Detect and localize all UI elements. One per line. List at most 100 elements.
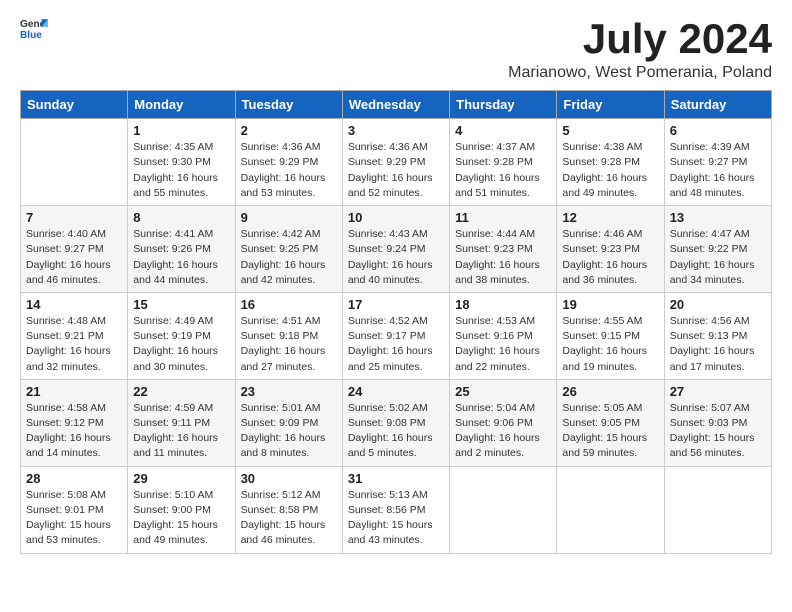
day-info: Sunrise: 4:37 AM Sunset: 9:28 PM Dayligh…	[455, 140, 551, 201]
day-number: 21	[26, 384, 122, 399]
day-info: Sunrise: 4:46 AM Sunset: 9:23 PM Dayligh…	[562, 227, 658, 288]
day-number: 1	[133, 123, 229, 138]
calendar-week-row: 28 Sunrise: 5:08 AM Sunset: 9:01 PM Dayli…	[21, 466, 772, 553]
calendar-cell: 20 Sunrise: 4:56 AM Sunset: 9:13 PM Dayli…	[664, 292, 771, 379]
day-number: 30	[241, 471, 337, 486]
calendar-cell: 1Sunrise: 4:35 AM Sunset: 9:30 PM Daylig…	[128, 119, 235, 206]
day-number: 12	[562, 210, 658, 225]
calendar-cell	[450, 466, 557, 553]
day-number: 24	[348, 384, 444, 399]
calendar-cell: 29 Sunrise: 5:10 AM Sunset: 9:00 PM Dayli…	[128, 466, 235, 553]
day-info: Sunrise: 5:08 AM Sunset: 9:01 PM Dayligh…	[26, 488, 122, 549]
calendar-cell: 27Sunrise: 5:07 AM Sunset: 9:03 PM Dayli…	[664, 379, 771, 466]
calendar-cell: 13 Sunrise: 4:47 AM Sunset: 9:22 PM Dayli…	[664, 206, 771, 293]
day-number: 16	[241, 297, 337, 312]
day-info: Sunrise: 4:58 AM Sunset: 9:12 PM Dayligh…	[26, 401, 122, 462]
day-number: 22	[133, 384, 229, 399]
day-info: Sunrise: 5:05 AM Sunset: 9:05 PM Dayligh…	[562, 401, 658, 462]
day-info: Sunrise: 5:02 AM Sunset: 9:08 PM Dayligh…	[348, 401, 444, 462]
calendar-cell: 12 Sunrise: 4:46 AM Sunset: 9:23 PM Dayli…	[557, 206, 664, 293]
day-number: 8	[133, 210, 229, 225]
day-number: 31	[348, 471, 444, 486]
calendar-cell: 24 Sunrise: 5:02 AM Sunset: 9:08 PM Dayli…	[342, 379, 449, 466]
column-header-friday: Friday	[557, 91, 664, 119]
column-header-monday: Monday	[128, 91, 235, 119]
calendar-cell: 25Sunrise: 5:04 AM Sunset: 9:06 PM Dayli…	[450, 379, 557, 466]
calendar-week-row: 1Sunrise: 4:35 AM Sunset: 9:30 PM Daylig…	[21, 119, 772, 206]
day-number: 6	[670, 123, 766, 138]
calendar-cell: 6 Sunrise: 4:39 AM Sunset: 9:27 PM Daylig…	[664, 119, 771, 206]
day-info: Sunrise: 5:04 AM Sunset: 9:06 PM Dayligh…	[455, 401, 551, 462]
calendar-week-row: 21 Sunrise: 4:58 AM Sunset: 9:12 PM Dayli…	[21, 379, 772, 466]
day-info: Sunrise: 4:48 AM Sunset: 9:21 PM Dayligh…	[26, 314, 122, 375]
day-number: 17	[348, 297, 444, 312]
logo-icon: General Blue	[20, 16, 48, 44]
day-number: 20	[670, 297, 766, 312]
column-header-sunday: Sunday	[21, 91, 128, 119]
day-info: Sunrise: 4:44 AM Sunset: 9:23 PM Dayligh…	[455, 227, 551, 288]
calendar-cell: 26 Sunrise: 5:05 AM Sunset: 9:05 PM Dayli…	[557, 379, 664, 466]
day-number: 14	[26, 297, 122, 312]
day-number: 2	[241, 123, 337, 138]
calendar-header-row: SundayMondayTuesdayWednesdayThursdayFrid…	[21, 91, 772, 119]
calendar-cell: 31 Sunrise: 5:13 AM Sunset: 8:56 PM Dayli…	[342, 466, 449, 553]
day-number: 29	[133, 471, 229, 486]
calendar-cell: 9 Sunrise: 4:42 AM Sunset: 9:25 PM Daylig…	[235, 206, 342, 293]
calendar-table: SundayMondayTuesdayWednesdayThursdayFrid…	[20, 90, 772, 553]
day-number: 18	[455, 297, 551, 312]
day-number: 3	[348, 123, 444, 138]
day-number: 15	[133, 297, 229, 312]
day-number: 13	[670, 210, 766, 225]
calendar-cell: 16 Sunrise: 4:51 AM Sunset: 9:18 PM Dayli…	[235, 292, 342, 379]
calendar-cell: 23Sunrise: 5:01 AM Sunset: 9:09 PM Dayli…	[235, 379, 342, 466]
calendar-cell	[21, 119, 128, 206]
day-number: 11	[455, 210, 551, 225]
column-header-tuesday: Tuesday	[235, 91, 342, 119]
column-header-wednesday: Wednesday	[342, 91, 449, 119]
day-info: Sunrise: 4:36 AM Sunset: 9:29 PM Dayligh…	[348, 140, 444, 201]
day-info: Sunrise: 4:53 AM Sunset: 9:16 PM Dayligh…	[455, 314, 551, 375]
calendar-cell: 19Sunrise: 4:55 AM Sunset: 9:15 PM Dayli…	[557, 292, 664, 379]
calendar-cell: 3 Sunrise: 4:36 AM Sunset: 9:29 PM Daylig…	[342, 119, 449, 206]
calendar-cell: 10Sunrise: 4:43 AM Sunset: 9:24 PM Dayli…	[342, 206, 449, 293]
day-info: Sunrise: 4:56 AM Sunset: 9:13 PM Dayligh…	[670, 314, 766, 375]
calendar-cell: 4 Sunrise: 4:37 AM Sunset: 9:28 PM Daylig…	[450, 119, 557, 206]
calendar-cell	[664, 466, 771, 553]
day-info: Sunrise: 4:42 AM Sunset: 9:25 PM Dayligh…	[241, 227, 337, 288]
calendar-cell: 22 Sunrise: 4:59 AM Sunset: 9:11 PM Dayli…	[128, 379, 235, 466]
calendar-cell: 11 Sunrise: 4:44 AM Sunset: 9:23 PM Dayli…	[450, 206, 557, 293]
page-header: General Blue July 2024 Marianowo, West P…	[20, 16, 772, 82]
calendar-cell: 21 Sunrise: 4:58 AM Sunset: 9:12 PM Dayli…	[21, 379, 128, 466]
calendar-week-row: 14 Sunrise: 4:48 AM Sunset: 9:21 PM Dayli…	[21, 292, 772, 379]
calendar-cell: 30 Sunrise: 5:12 AM Sunset: 8:58 PM Dayli…	[235, 466, 342, 553]
day-info: Sunrise: 4:52 AM Sunset: 9:17 PM Dayligh…	[348, 314, 444, 375]
calendar-cell: 15Sunrise: 4:49 AM Sunset: 9:19 PM Dayli…	[128, 292, 235, 379]
day-info: Sunrise: 5:13 AM Sunset: 8:56 PM Dayligh…	[348, 488, 444, 549]
column-header-saturday: Saturday	[664, 91, 771, 119]
day-number: 4	[455, 123, 551, 138]
calendar-cell	[557, 466, 664, 553]
calendar-cell: 28 Sunrise: 5:08 AM Sunset: 9:01 PM Dayli…	[21, 466, 128, 553]
location-subtitle: Marianowo, West Pomerania, Poland	[508, 64, 772, 82]
svg-text:Blue: Blue	[20, 30, 42, 41]
calendar-cell: 8 Sunrise: 4:41 AM Sunset: 9:26 PM Daylig…	[128, 206, 235, 293]
day-info: Sunrise: 5:10 AM Sunset: 9:00 PM Dayligh…	[133, 488, 229, 549]
calendar-cell: 2Sunrise: 4:36 AM Sunset: 9:29 PM Daylig…	[235, 119, 342, 206]
day-info: Sunrise: 4:51 AM Sunset: 9:18 PM Dayligh…	[241, 314, 337, 375]
day-number: 9	[241, 210, 337, 225]
day-info: Sunrise: 4:39 AM Sunset: 9:27 PM Dayligh…	[670, 140, 766, 201]
day-info: Sunrise: 5:01 AM Sunset: 9:09 PM Dayligh…	[241, 401, 337, 462]
day-number: 7	[26, 210, 122, 225]
day-number: 26	[562, 384, 658, 399]
day-info: Sunrise: 4:47 AM Sunset: 9:22 PM Dayligh…	[670, 227, 766, 288]
day-number: 28	[26, 471, 122, 486]
day-info: Sunrise: 5:07 AM Sunset: 9:03 PM Dayligh…	[670, 401, 766, 462]
month-title: July 2024	[508, 16, 772, 62]
day-info: Sunrise: 4:41 AM Sunset: 9:26 PM Dayligh…	[133, 227, 229, 288]
day-info: Sunrise: 4:59 AM Sunset: 9:11 PM Dayligh…	[133, 401, 229, 462]
calendar-cell: 14 Sunrise: 4:48 AM Sunset: 9:21 PM Dayli…	[21, 292, 128, 379]
column-header-thursday: Thursday	[450, 91, 557, 119]
day-number: 10	[348, 210, 444, 225]
day-info: Sunrise: 5:12 AM Sunset: 8:58 PM Dayligh…	[241, 488, 337, 549]
calendar-cell: 5Sunrise: 4:38 AM Sunset: 9:28 PM Daylig…	[557, 119, 664, 206]
